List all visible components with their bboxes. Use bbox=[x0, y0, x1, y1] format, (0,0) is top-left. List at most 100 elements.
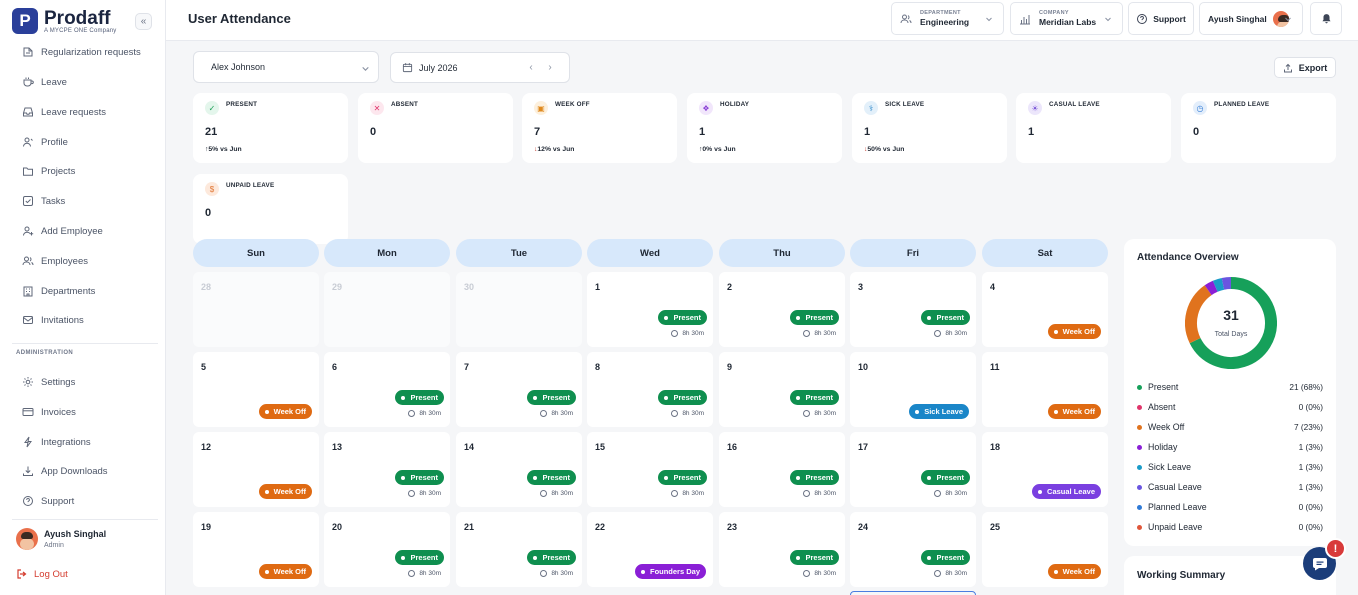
stat-card-sick-leave: ⚕ SICK LEAVE 1 ↓50% vs Jun bbox=[852, 93, 1007, 163]
sidebar-item-invoices[interactable]: Invoices bbox=[22, 402, 76, 422]
sidebar-item-app-downloads[interactable]: App Downloads bbox=[22, 461, 108, 481]
weekday-header: Wed bbox=[587, 239, 713, 267]
header-user-name: Ayush Singhal bbox=[1208, 13, 1267, 24]
company-selector[interactable]: COMPANY Meridian Labs bbox=[1010, 2, 1123, 35]
day-number: 10 bbox=[858, 362, 869, 372]
calendar-day-cell[interactable]: 12 Week Off bbox=[193, 432, 319, 507]
status-badge: Casual Leave bbox=[1032, 484, 1101, 499]
calendar-day-cell[interactable]: 19 Week Off bbox=[193, 512, 319, 587]
stat-icon: ◷ bbox=[1193, 101, 1207, 115]
sidebar-item-support[interactable]: Support bbox=[22, 491, 74, 511]
sidebar-item-label: Departments bbox=[41, 285, 96, 297]
calendar-day-cell[interactable]: 29 bbox=[324, 272, 450, 347]
calendar-day-cell[interactable]: 4 Week Off bbox=[982, 272, 1108, 347]
calendar-day-cell[interactable]: 16 Present 8h 30m bbox=[719, 432, 845, 507]
calendar-cell-selected[interactable] bbox=[850, 591, 976, 595]
legend-label: Sick Leave bbox=[1148, 462, 1192, 472]
calendar-day-cell[interactable]: 11 Week Off bbox=[982, 352, 1108, 427]
user-menu[interactable]: Ayush Singhal bbox=[1199, 2, 1303, 35]
department-selector[interactable]: DEPARTMENT Engineering bbox=[891, 2, 1004, 35]
calendar-day-cell[interactable]: 20 Present 8h 30m bbox=[324, 512, 450, 587]
calendar-day-cell[interactable]: 9 Present 8h 30m bbox=[719, 352, 845, 427]
sidebar-item-settings[interactable]: Settings bbox=[22, 372, 75, 392]
sidebar-user[interactable]: Ayush Singhal Admin bbox=[16, 528, 106, 550]
calendar-day-cell[interactable]: 5 Week Off bbox=[193, 352, 319, 427]
hours-worked: 8h 30m bbox=[408, 570, 441, 577]
hours-worked: 8h 30m bbox=[540, 410, 573, 417]
calendar-day-cell[interactable]: 17 Present 8h 30m bbox=[850, 432, 976, 507]
export-button[interactable]: Export bbox=[1274, 57, 1336, 78]
department-value: Engineering bbox=[920, 17, 970, 27]
prev-month-icon[interactable]: ‹ bbox=[526, 63, 536, 73]
calendar-day-cell[interactable]: 28 bbox=[193, 272, 319, 347]
employee-select[interactable]: Alex Johnson bbox=[193, 51, 379, 83]
chevron-down-icon bbox=[362, 66, 369, 71]
brand-logo[interactable]: P Prodaff A MYCPE ONE Company bbox=[12, 8, 117, 34]
hours-worked: 8h 30m bbox=[671, 490, 704, 497]
sidebar-item-add-employee[interactable]: Add Employee bbox=[22, 221, 103, 241]
day-number: 24 bbox=[858, 522, 869, 532]
calendar-day-cell[interactable]: 21 Present 8h 30m bbox=[456, 512, 582, 587]
calendar-day-cell[interactable]: 18 Casual Leave bbox=[982, 432, 1108, 507]
next-month-icon[interactable]: › bbox=[545, 63, 555, 73]
status-badge: Present bbox=[395, 390, 444, 405]
calendar-day-cell[interactable]: 22 Founders Day bbox=[587, 512, 713, 587]
stat-trend: ↑0% vs Jun bbox=[699, 146, 736, 153]
donut-slice-sick-leave bbox=[1212, 277, 1225, 292]
logout-button[interactable]: Log Out bbox=[16, 568, 68, 580]
calendar-day-cell[interactable]: 6 Present 8h 30m bbox=[324, 352, 450, 427]
stat-icon: $ bbox=[205, 182, 219, 196]
sidebar-item-regularization-requests[interactable]: Regularization requests bbox=[22, 42, 141, 62]
status-badge: Week Off bbox=[258, 484, 312, 499]
sidebar-item-projects[interactable]: Projects bbox=[22, 161, 75, 181]
day-number: 2 bbox=[727, 282, 733, 292]
stat-label: SICK LEAVE bbox=[885, 101, 925, 108]
calendar-day-cell[interactable]: 30 bbox=[456, 272, 582, 347]
sidebar-item-employees[interactable]: Employees bbox=[22, 251, 88, 271]
calendar-day-cell[interactable]: 25 Week Off bbox=[982, 512, 1108, 587]
sidebar-item-profile[interactable]: Profile bbox=[22, 132, 68, 152]
sidebar-item-departments[interactable]: Departments bbox=[22, 281, 95, 301]
user-icon bbox=[23, 137, 33, 147]
calendar-day-cell[interactable]: 24 Present 8h 30m bbox=[850, 512, 976, 587]
folder-icon bbox=[23, 167, 33, 176]
hours-worked: 8h 30m bbox=[934, 490, 967, 497]
calendar-day-cell[interactable]: 10 Sick Leave bbox=[850, 352, 976, 427]
calendar-day-cell[interactable]: 13 Present 8h 30m bbox=[324, 432, 450, 507]
legend-item: Present 21 (68%) bbox=[1137, 380, 1323, 394]
calendar-day-cell[interactable]: 23 Present 8h 30m bbox=[719, 512, 845, 587]
notifications-button[interactable] bbox=[1310, 2, 1342, 35]
calendar-day-cell[interactable]: 7 Present 8h 30m bbox=[456, 352, 582, 427]
stat-icon: ▣ bbox=[534, 101, 548, 115]
cup-icon bbox=[23, 77, 34, 87]
collapse-sidebar-button[interactable]: « bbox=[135, 13, 152, 30]
day-number: 25 bbox=[990, 522, 1001, 532]
legend-dot bbox=[1137, 424, 1142, 430]
sidebar-item-leave[interactable]: Leave bbox=[22, 72, 67, 92]
hours-worked: 8h 30m bbox=[803, 410, 836, 417]
calendar-day-cell[interactable]: 8 Present 8h 30m bbox=[587, 352, 713, 427]
hours-worked: 8h 30m bbox=[540, 490, 573, 497]
sidebar-item-leave-requests[interactable]: Leave requests bbox=[22, 102, 106, 122]
sidebar-item-tasks[interactable]: Tasks bbox=[22, 191, 65, 211]
calendar-day-cell[interactable]: 3 Present 8h 30m bbox=[850, 272, 976, 347]
card-icon bbox=[22, 408, 34, 416]
weekday-header: Mon bbox=[324, 239, 450, 267]
day-number: 9 bbox=[727, 362, 733, 372]
sidebar-item-invitations[interactable]: Invitations bbox=[22, 310, 84, 330]
legend-item: Sick Leave 1 (3%) bbox=[1137, 460, 1323, 474]
month-picker[interactable]: July 2026 ‹ › bbox=[390, 52, 570, 83]
stat-card-unpaid-leave: $ UNPAID LEAVE 0 bbox=[193, 174, 348, 244]
day-number: 20 bbox=[332, 522, 343, 532]
calendar-day-cell[interactable]: 2 Present 8h 30m bbox=[719, 272, 845, 347]
status-badge: Present bbox=[658, 310, 707, 325]
calendar-day-cell[interactable]: 1 Present 8h 30m bbox=[587, 272, 713, 347]
sidebar-item-integrations[interactable]: Integrations bbox=[22, 432, 91, 452]
stat-label: ABSENT bbox=[391, 101, 419, 108]
building-icon bbox=[23, 286, 33, 297]
stat-value: 1 bbox=[699, 126, 706, 138]
support-button[interactable]: Support bbox=[1128, 2, 1194, 35]
stat-label: WEEK OFF bbox=[555, 101, 590, 108]
calendar-day-cell[interactable]: 15 Present 8h 30m bbox=[587, 432, 713, 507]
calendar-day-cell[interactable]: 14 Present 8h 30m bbox=[456, 432, 582, 507]
